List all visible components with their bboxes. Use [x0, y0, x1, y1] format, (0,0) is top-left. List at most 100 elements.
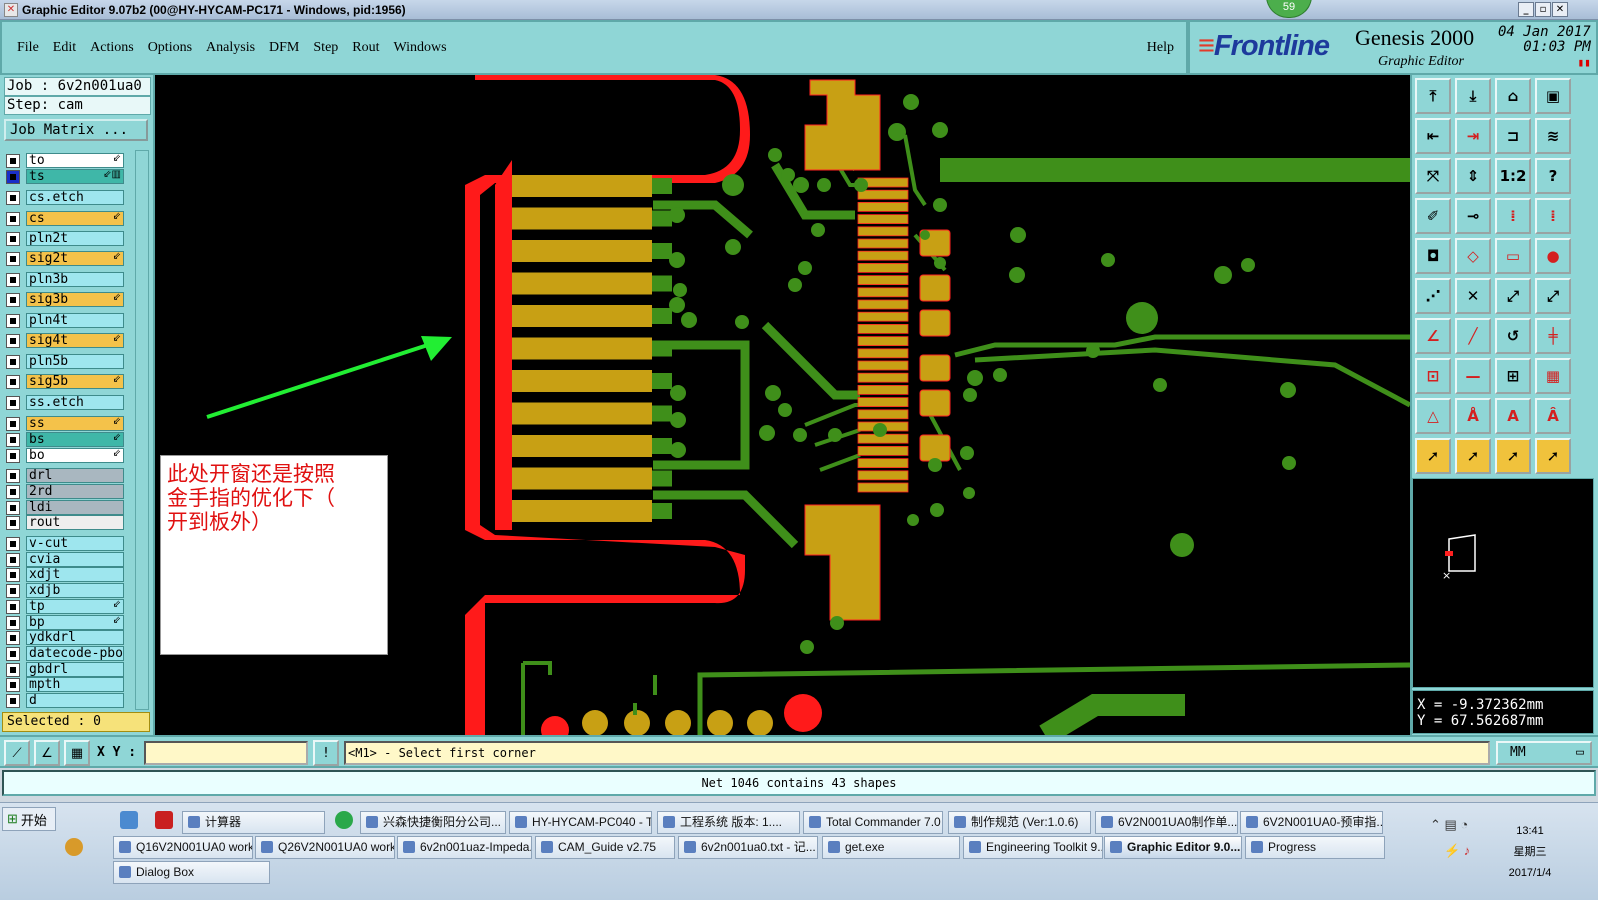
layer-name[interactable]: ydkdrl	[26, 630, 124, 645]
layer-row-ts[interactable]: ts ⇙▥	[6, 169, 124, 184]
tool-button-11[interactable]: 1:2	[1495, 158, 1531, 194]
tool-button-25[interactable]: ∠	[1415, 318, 1451, 354]
tool-button-13[interactable]: ✐	[1415, 198, 1451, 234]
layer-checkbox[interactable]	[6, 536, 20, 551]
layer-name[interactable]: gbdrl	[26, 662, 124, 677]
layer-name[interactable]: sig4t	[26, 333, 124, 348]
tool-button-20[interactable]: ●	[1535, 238, 1571, 274]
maximize-button[interactable]: ▫	[1535, 2, 1551, 17]
layer-row-sig3b[interactable]: sig3b ⇙	[6, 292, 124, 307]
minimize-button[interactable]: _	[1518, 2, 1534, 17]
layer-checkbox[interactable]	[6, 615, 20, 630]
layer-checkbox[interactable]	[6, 292, 20, 307]
layer-name[interactable]: to	[26, 153, 124, 168]
layer-checkbox[interactable]	[6, 630, 20, 645]
layer-checkbox[interactable]	[6, 484, 20, 499]
task-item[interactable]: 6V2N001UA0制作单....	[1095, 811, 1238, 834]
tool-button-38[interactable]: ➚	[1455, 438, 1491, 474]
layer-name[interactable]: pln5b	[26, 354, 124, 369]
task-item[interactable]: get.exe	[822, 836, 960, 859]
grid-icon[interactable]: ▦	[64, 740, 90, 766]
layer-checkbox[interactable]	[6, 515, 20, 530]
menu-analysis[interactable]: Analysis	[206, 40, 255, 56]
layer-row-cs[interactable]: cs ⇙	[6, 211, 124, 226]
layer-row-cs-etch[interactable]: cs.etch	[6, 190, 124, 205]
layer-name[interactable]: ss.etch	[26, 395, 124, 410]
layer-name[interactable]: cs.etch	[26, 190, 124, 205]
layer-row-bo[interactable]: bo ⇙	[6, 448, 124, 463]
tool-button-36[interactable]: Â	[1535, 398, 1571, 434]
tool-button-6[interactable]: ⇥	[1455, 118, 1491, 154]
job-matrix-button[interactable]: Job Matrix ...	[4, 119, 148, 141]
layer-row-mpth[interactable]: mpth	[6, 677, 124, 692]
layer-checkbox[interactable]	[6, 567, 20, 582]
menu-file[interactable]: File	[17, 40, 39, 56]
tray-icons[interactable]: ⌃ ▤ ◔	[1430, 817, 1468, 833]
layer-name[interactable]: 2rd	[26, 484, 124, 499]
layer-name[interactable]: cvia	[26, 552, 124, 567]
tool-button-24[interactable]: ⤢	[1535, 278, 1571, 314]
layer-name[interactable]: v-cut	[26, 536, 124, 551]
menu-help[interactable]: Help	[1147, 40, 1174, 56]
tool-button-26[interactable]: ╱	[1455, 318, 1491, 354]
layer-name[interactable]: pln4t	[26, 313, 124, 328]
layer-checkbox[interactable]	[6, 646, 20, 661]
layer-name[interactable]: datecode-pbo	[26, 646, 124, 661]
color-icon[interactable]	[65, 838, 83, 856]
layer-checkbox[interactable]	[6, 374, 20, 389]
layer-row-d[interactable]: d	[6, 693, 124, 708]
task-item[interactable]: CAM_Guide v2.75	[535, 836, 675, 859]
layer-row-pln5b[interactable]: pln5b	[6, 354, 124, 369]
task-item[interactable]: 工程系统 版本: 1....	[657, 811, 800, 834]
layer-row-2rd[interactable]: 2rd	[6, 484, 124, 499]
layer-name[interactable]: cs	[26, 211, 124, 226]
menu-edit[interactable]: Edit	[53, 40, 76, 56]
tool-button-39[interactable]: ➚	[1495, 438, 1531, 474]
tool-button-35[interactable]: A	[1495, 398, 1531, 434]
layer-row-pln3b[interactable]: pln3b	[6, 272, 124, 287]
layer-row-to[interactable]: to ⇙	[6, 153, 124, 168]
layer-name[interactable]: xdjt	[26, 567, 124, 582]
tool-button-21[interactable]: ⋰	[1415, 278, 1451, 314]
tool-button-27[interactable]: ↺	[1495, 318, 1531, 354]
menu-options[interactable]: Options	[148, 40, 192, 56]
layer-name[interactable]: pln3b	[26, 272, 124, 287]
layer-checkbox[interactable]	[6, 153, 20, 168]
tool-button-7[interactable]: ⊐	[1495, 118, 1531, 154]
tool-button-3[interactable]: ⌂	[1495, 78, 1531, 114]
layer-checkbox[interactable]	[6, 272, 20, 287]
layer-checkbox[interactable]	[6, 251, 20, 266]
tool-button-12[interactable]: ?	[1535, 158, 1571, 194]
task-item[interactable]: Engineering Toolkit 9....	[963, 836, 1103, 859]
layer-row-xdjt[interactable]: xdjt	[6, 567, 124, 582]
snap-icon[interactable]: ⟋	[4, 740, 30, 766]
task-item[interactable]: Dialog Box	[113, 861, 270, 884]
tool-button-34[interactable]: Å	[1455, 398, 1491, 434]
layer-row-rout[interactable]: rout	[6, 515, 124, 530]
task-item[interactable]: 6v2n001ua0.txt - 记...	[678, 836, 818, 859]
task-item[interactable]: 6v2n001uaz-Impeda...	[397, 836, 532, 859]
layer-row-ss[interactable]: ss ⇙	[6, 416, 124, 431]
layer-name[interactable]: sig5b	[26, 374, 124, 389]
pdf-icon[interactable]	[155, 811, 173, 829]
tool-button-4[interactable]: ▣	[1535, 78, 1571, 114]
layer-checkbox[interactable]	[6, 693, 20, 708]
quicklaunch-icon[interactable]	[120, 811, 138, 829]
layer-row-ss-etch[interactable]: ss.etch	[6, 395, 124, 410]
layer-checkbox[interactable]	[6, 500, 20, 515]
task-item[interactable]: HY-HYCAM-PC040 - T...	[509, 811, 652, 834]
tool-button-2[interactable]: ⤓	[1455, 78, 1491, 114]
alert-icon[interactable]: !	[313, 740, 339, 766]
close-button[interactable]: ✕	[1552, 2, 1568, 17]
layer-name[interactable]: tp	[26, 599, 124, 614]
xy-input[interactable]	[144, 741, 308, 765]
start-button[interactable]: ⊞ 开始	[2, 807, 56, 831]
layer-checkbox[interactable]	[6, 333, 20, 348]
layer-row-ydkdrl[interactable]: ydkdrl	[6, 630, 124, 645]
tool-button-16[interactable]: ⁞	[1535, 198, 1571, 234]
tool-button-29[interactable]: ⊡	[1415, 358, 1451, 394]
layer-checkbox[interactable]	[6, 583, 20, 598]
layer-name[interactable]: rout	[26, 515, 124, 530]
task-item[interactable]: Graphic Editor 9.0...	[1104, 836, 1242, 859]
layer-row-gbdrl[interactable]: gbdrl	[6, 662, 124, 677]
